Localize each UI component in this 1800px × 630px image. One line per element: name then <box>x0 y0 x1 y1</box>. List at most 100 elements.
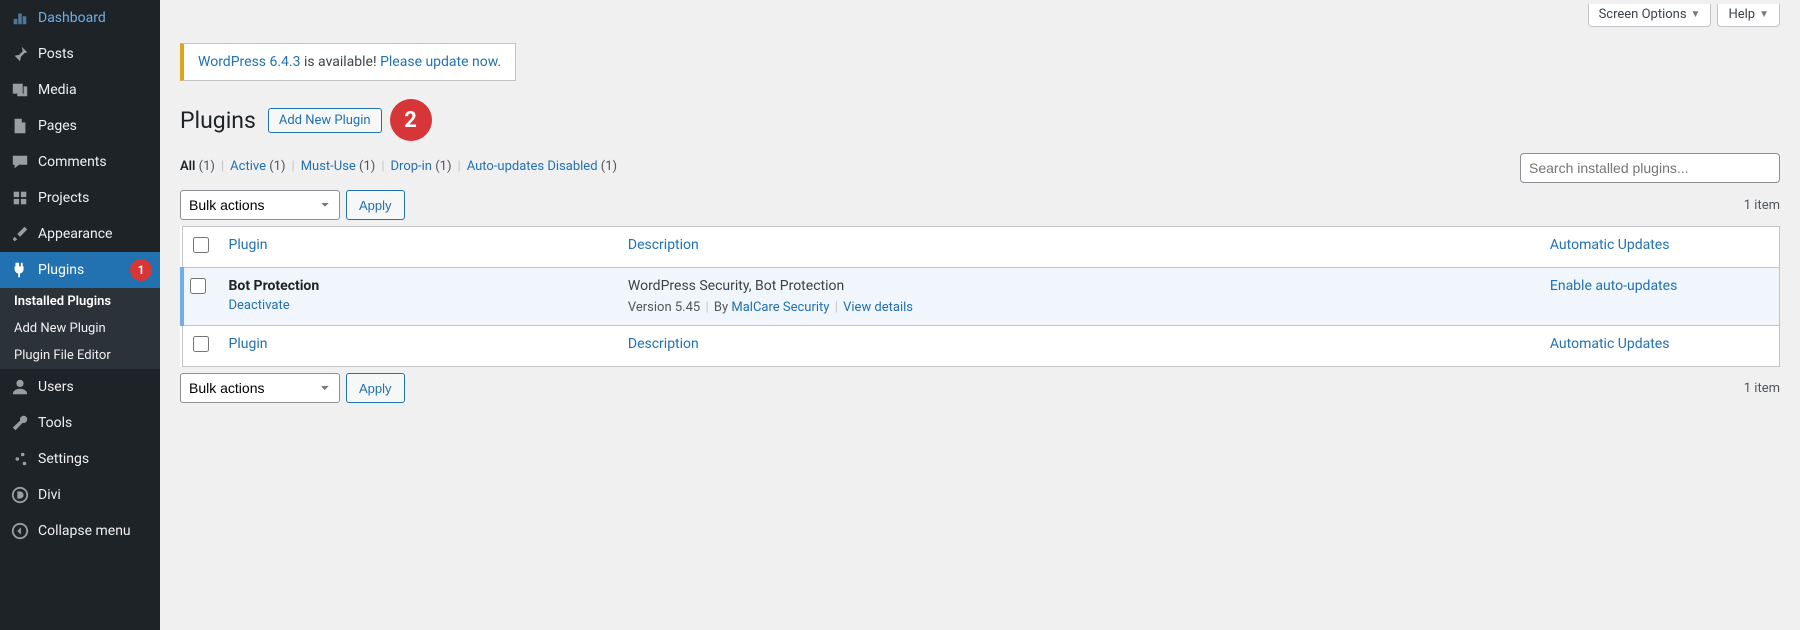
select-all-bottom[interactable] <box>193 336 209 352</box>
sidebar-item-media[interactable]: Media <box>0 72 160 108</box>
screen-options-label: Screen Options <box>1599 7 1687 22</box>
page-icon <box>10 116 30 136</box>
sidebar-item-users[interactable]: Users <box>0 369 160 405</box>
plugins-update-badge: 1 <box>130 259 152 281</box>
search-plugins-input[interactable] <box>1520 153 1780 183</box>
filter-auto-updates-disabled[interactable]: Auto-updates Disabled <box>467 159 598 174</box>
bulk-action-select-top[interactable]: Bulk actions <box>180 190 340 220</box>
submenu-installed-plugins[interactable]: Installed Plugins <box>0 288 160 315</box>
plugin-filters: All (1) | Active (1) | Must-Use (1) | Dr… <box>180 159 1520 174</box>
sidebar-item-posts[interactable]: Posts <box>0 36 160 72</box>
user-icon <box>10 377 30 397</box>
collapse-icon <box>10 521 30 541</box>
sidebar-label: Tools <box>38 415 72 431</box>
annotation-marker-2: 2 <box>390 99 432 141</box>
filter-all[interactable]: All <box>180 159 195 174</box>
sidebar-label: Pages <box>38 118 77 134</box>
projects-icon <box>10 188 30 208</box>
wp-version-link[interactable]: WordPress 6.4.3 <box>198 54 300 70</box>
sidebar-label: Media <box>38 82 77 98</box>
sidebar-label: Collapse menu <box>38 523 131 539</box>
chevron-down-icon: ▼ <box>1759 9 1769 20</box>
filter-autodis-count: (1) <box>601 159 617 174</box>
sidebar-label: Appearance <box>38 226 112 242</box>
plugin-by-label: By <box>714 300 728 315</box>
main-content: Screen Options ▼ Help ▼ WordPress 6.4.3 … <box>160 0 1800 449</box>
sidebar-item-pages[interactable]: Pages <box>0 108 160 144</box>
screen-meta-tabs: Screen Options ▼ Help ▼ <box>180 0 1780 27</box>
nag-tail: . <box>497 54 501 70</box>
sidebar-item-projects[interactable]: Projects <box>0 180 160 216</box>
plugins-table: Plugin Description Automatic Updates Bot… <box>180 226 1780 367</box>
column-auto-updates-footer: Automatic Updates <box>1540 326 1780 367</box>
view-details-link[interactable]: View details <box>843 300 913 315</box>
select-all-top[interactable] <box>193 237 209 253</box>
sidebar-item-comments[interactable]: Comments <box>0 144 160 180</box>
wrench-icon <box>10 413 30 433</box>
nag-text: is available! <box>300 54 380 70</box>
divi-icon <box>10 485 30 505</box>
filter-must-use[interactable]: Must-Use <box>301 159 356 174</box>
page-title: Plugins <box>180 107 256 134</box>
select-plugin-checkbox[interactable] <box>190 278 206 294</box>
sliders-icon <box>10 449 30 469</box>
pin-icon <box>10 44 30 64</box>
help-label: Help <box>1728 7 1755 22</box>
sidebar-item-divi[interactable]: Divi <box>0 477 160 513</box>
sidebar-label: Users <box>38 379 74 395</box>
column-plugin-footer: Plugin <box>219 326 618 367</box>
filter-active-count: (1) <box>269 159 285 174</box>
column-plugin-header: Plugin <box>219 227 618 268</box>
chevron-down-icon: ▼ <box>1691 9 1701 20</box>
apply-button-bottom[interactable]: Apply <box>346 373 405 403</box>
plugin-row: Bot Protection Deactivate WordPress Secu… <box>182 268 1780 326</box>
comment-icon <box>10 152 30 172</box>
plugin-search-box <box>1520 153 1780 183</box>
sidebar-label: Comments <box>38 154 107 170</box>
tablenav-top: Bulk actions Apply 1 item <box>180 190 1780 220</box>
sidebar-item-settings[interactable]: Settings <box>0 441 160 477</box>
item-count-top: 1 item <box>1744 198 1780 213</box>
plugin-version: Version 5.45 <box>628 300 700 315</box>
plugin-description: WordPress Security, Bot Protection <box>628 278 1530 294</box>
sidebar-collapse[interactable]: Collapse menu <box>0 513 160 549</box>
sidebar-label: Plugins <box>38 262 84 278</box>
update-nag: WordPress 6.4.3 is available! Please upd… <box>180 43 516 81</box>
sidebar-label: Dashboard <box>38 10 106 26</box>
tablenav-bottom: Bulk actions Apply 1 item <box>180 373 1780 403</box>
sidebar-item-dashboard[interactable]: Dashboard <box>0 0 160 36</box>
filter-dropin-count: (1) <box>435 159 451 174</box>
sidebar-item-plugins[interactable]: Plugins 1 <box>0 252 160 288</box>
sidebar-label: Posts <box>38 46 74 62</box>
plug-icon <box>10 260 30 280</box>
help-toggle[interactable]: Help ▼ <box>1717 4 1780 27</box>
sidebar-item-appearance[interactable]: Appearance <box>0 216 160 252</box>
enable-auto-updates-link[interactable]: Enable auto-updates <box>1550 278 1677 294</box>
item-count-bottom: 1 item <box>1744 381 1780 396</box>
add-new-plugin-button[interactable]: Add New Plugin <box>268 108 382 133</box>
apply-button-top[interactable]: Apply <box>346 190 405 220</box>
update-now-link[interactable]: Please update now <box>380 54 497 70</box>
deactivate-link[interactable]: Deactivate <box>229 298 290 313</box>
submenu-add-new-plugin[interactable]: Add New Plugin <box>0 315 160 342</box>
sidebar-label: Settings <box>38 451 89 467</box>
bulk-action-select-bottom[interactable]: Bulk actions <box>180 373 340 403</box>
plugins-submenu: Installed Plugins Add New Plugin Plugin … <box>0 288 160 369</box>
column-description-header: Description <box>618 227 1540 268</box>
column-auto-updates-header: Automatic Updates <box>1540 227 1780 268</box>
sidebar-label: Divi <box>38 487 61 503</box>
submenu-plugin-file-editor[interactable]: Plugin File Editor <box>0 342 160 369</box>
brush-icon <box>10 224 30 244</box>
media-icon <box>10 80 30 100</box>
plugin-author-link[interactable]: MalCare Security <box>731 300 829 315</box>
filter-all-count: (1) <box>199 159 215 174</box>
screen-options-toggle[interactable]: Screen Options ▼ <box>1588 4 1712 27</box>
sidebar-item-tools[interactable]: Tools <box>0 405 160 441</box>
filter-drop-in[interactable]: Drop-in <box>391 159 432 174</box>
admin-sidebar: Dashboard Posts Media Pages Comments Pro… <box>0 0 160 630</box>
column-description-footer: Description <box>618 326 1540 367</box>
filter-active[interactable]: Active <box>230 159 266 174</box>
sidebar-label: Projects <box>38 190 89 206</box>
plugin-name: Bot Protection <box>229 278 320 294</box>
filter-mustuse-count: (1) <box>359 159 375 174</box>
